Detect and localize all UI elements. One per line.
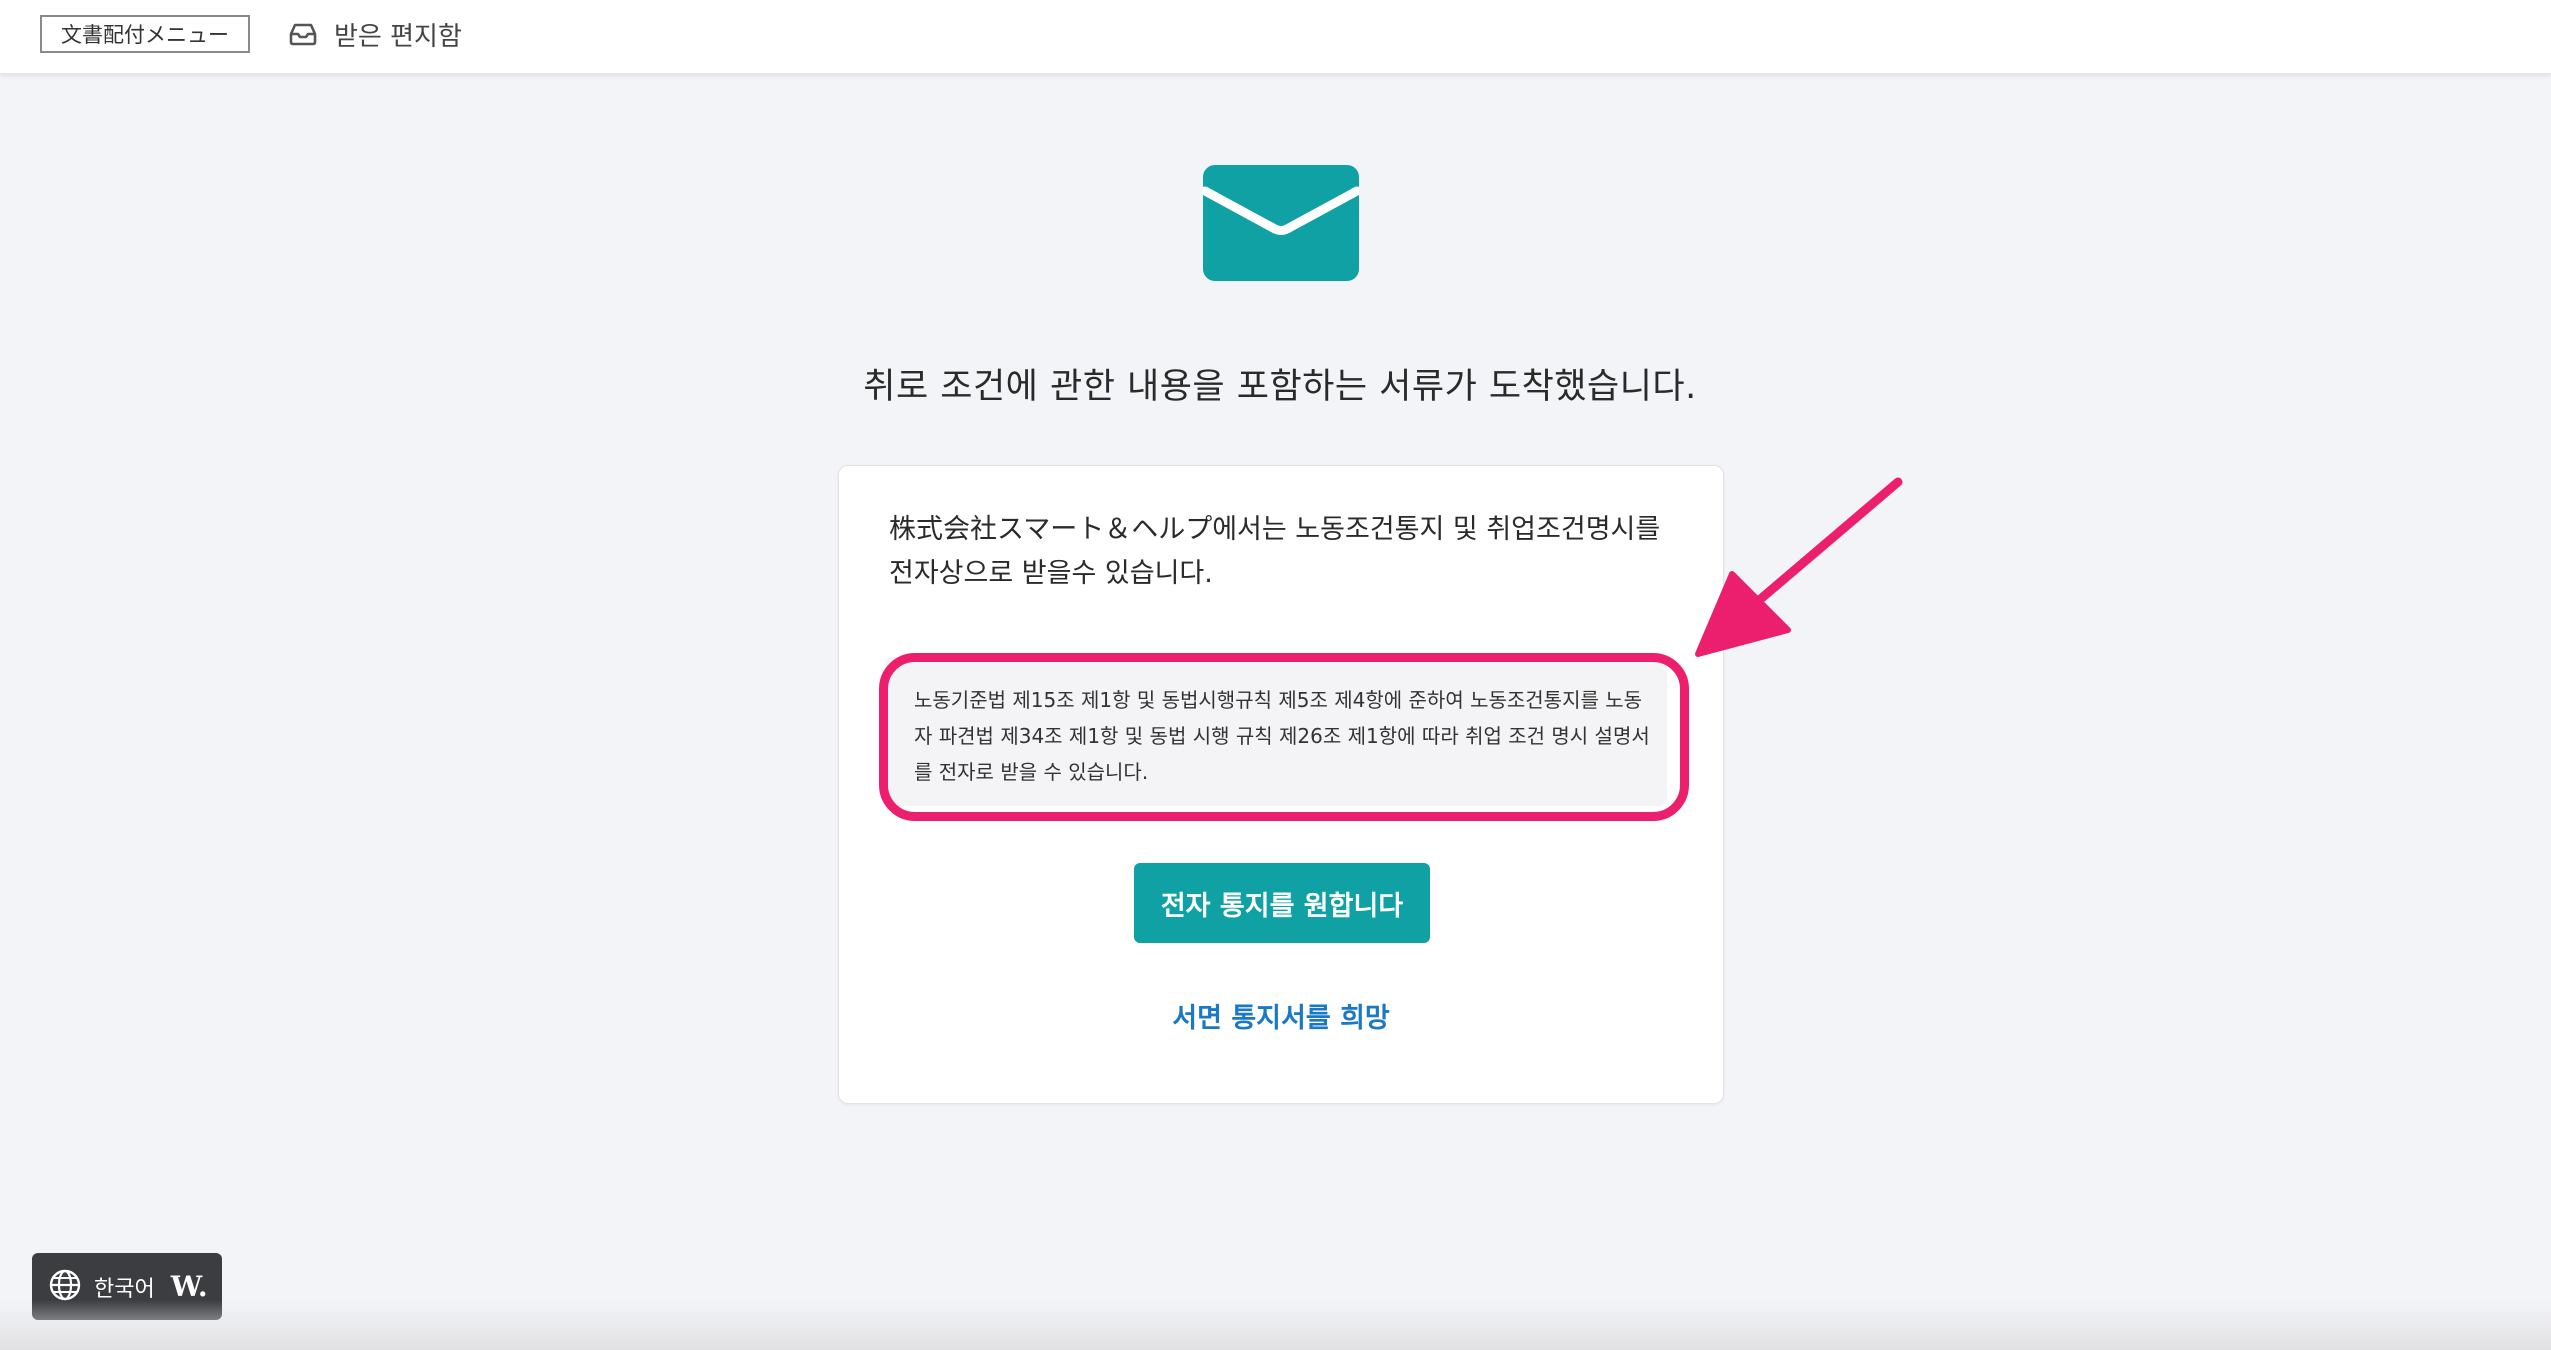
w-logo: W. bbox=[170, 1270, 208, 1303]
intro-text: 株式会社スマート＆ヘルプ에서는 노동조건통지 및 취업조건명시를 전자상으로 받… bbox=[889, 514, 1661, 589]
top-navigation-bar: 文書配付メニュー 받은 편지함 bbox=[0, 0, 2551, 74]
inbox-link[interactable]: 받은 편지함 bbox=[288, 13, 462, 55]
page-title: 취로 조건에 관한 내용을 포함하는 서류가 도착했습니다. bbox=[863, 367, 1697, 407]
inbox-label: 받은 편지함 bbox=[334, 21, 462, 52]
paper-notice-link[interactable]: 서면 통지서를 희망 bbox=[839, 996, 1723, 1035]
language-label: 한국어 bbox=[94, 1276, 155, 1302]
electronic-notice-button[interactable]: 전자 통지를 원합니다 bbox=[1134, 863, 1430, 943]
legal-notice-text: 노동기준법 제15조 제1항 및 동법시행규칙 제5조 제4항에 준하여 노동조… bbox=[914, 688, 1650, 784]
inbox-icon bbox=[288, 22, 318, 46]
bottom-shadow bbox=[0, 1300, 2551, 1350]
document-distribution-menu-button[interactable]: 文書配付メニュー bbox=[40, 15, 250, 53]
envelope-icon bbox=[1203, 165, 1359, 281]
notice-card: 株式会社スマート＆ヘルプ에서는 노동조건통지 및 취업조건명시를 전자상으로 받… bbox=[838, 465, 1724, 1104]
